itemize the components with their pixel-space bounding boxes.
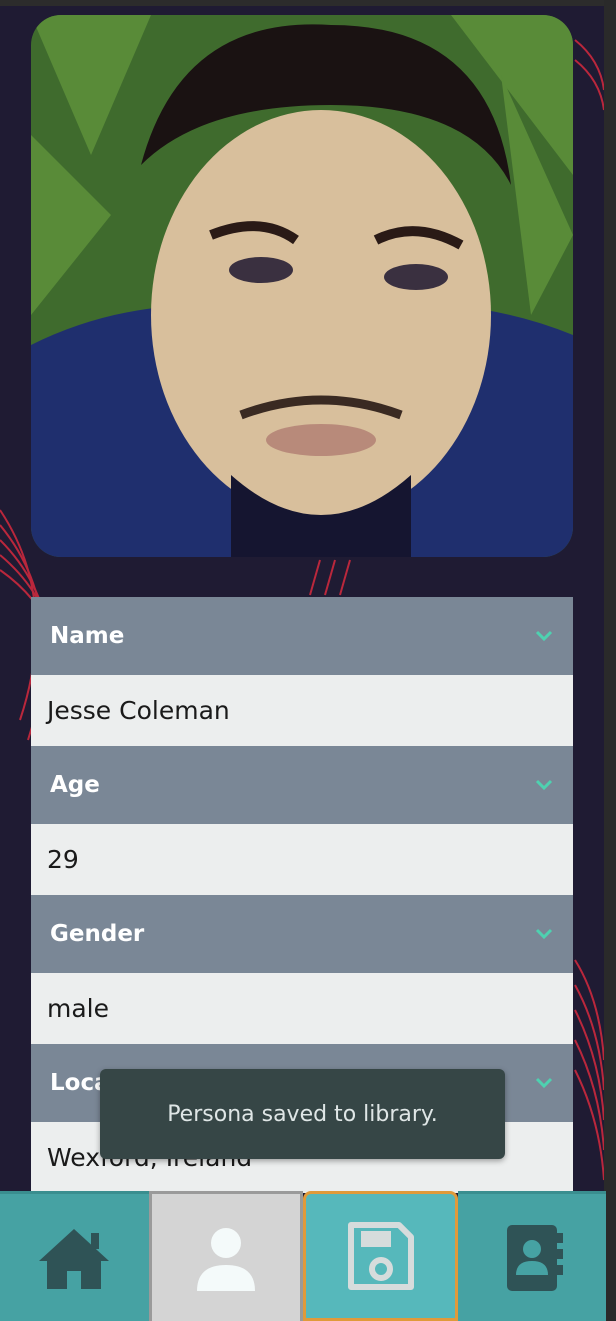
field-value-name: Jesse Coleman	[31, 675, 573, 746]
bottom-navigation	[0, 1191, 606, 1321]
chevron-down-icon	[535, 928, 553, 940]
nav-profile-button[interactable]	[148, 1191, 303, 1321]
field-label-name: Name	[50, 623, 125, 649]
profile-photo	[31, 15, 573, 557]
toast-notification: Persona saved to library.	[100, 1069, 505, 1159]
chevron-down-icon	[535, 1077, 553, 1089]
field-value-gender: male	[31, 973, 573, 1044]
home-icon	[39, 1228, 110, 1289]
chevron-down-icon	[535, 779, 553, 791]
window-edge	[604, 0, 616, 1321]
nav-contacts-button[interactable]	[457, 1191, 606, 1321]
field-label-age: Age	[50, 772, 100, 798]
chevron-down-icon	[535, 630, 553, 642]
nav-home-button[interactable]	[0, 1191, 149, 1321]
user-icon	[196, 1227, 255, 1291]
field-header-gender[interactable]: Gender	[31, 895, 573, 973]
field-header-name[interactable]: Name	[31, 597, 573, 675]
field-label-gender: Gender	[50, 921, 145, 947]
nav-save-button[interactable]	[303, 1191, 458, 1321]
field-header-age[interactable]: Age	[31, 746, 573, 824]
field-value-age: 29	[31, 824, 573, 895]
toast-message: Persona saved to library.	[167, 1101, 438, 1127]
save-icon	[348, 1222, 415, 1290]
top-edge	[0, 0, 616, 6]
contacts-book-icon	[506, 1224, 563, 1291]
